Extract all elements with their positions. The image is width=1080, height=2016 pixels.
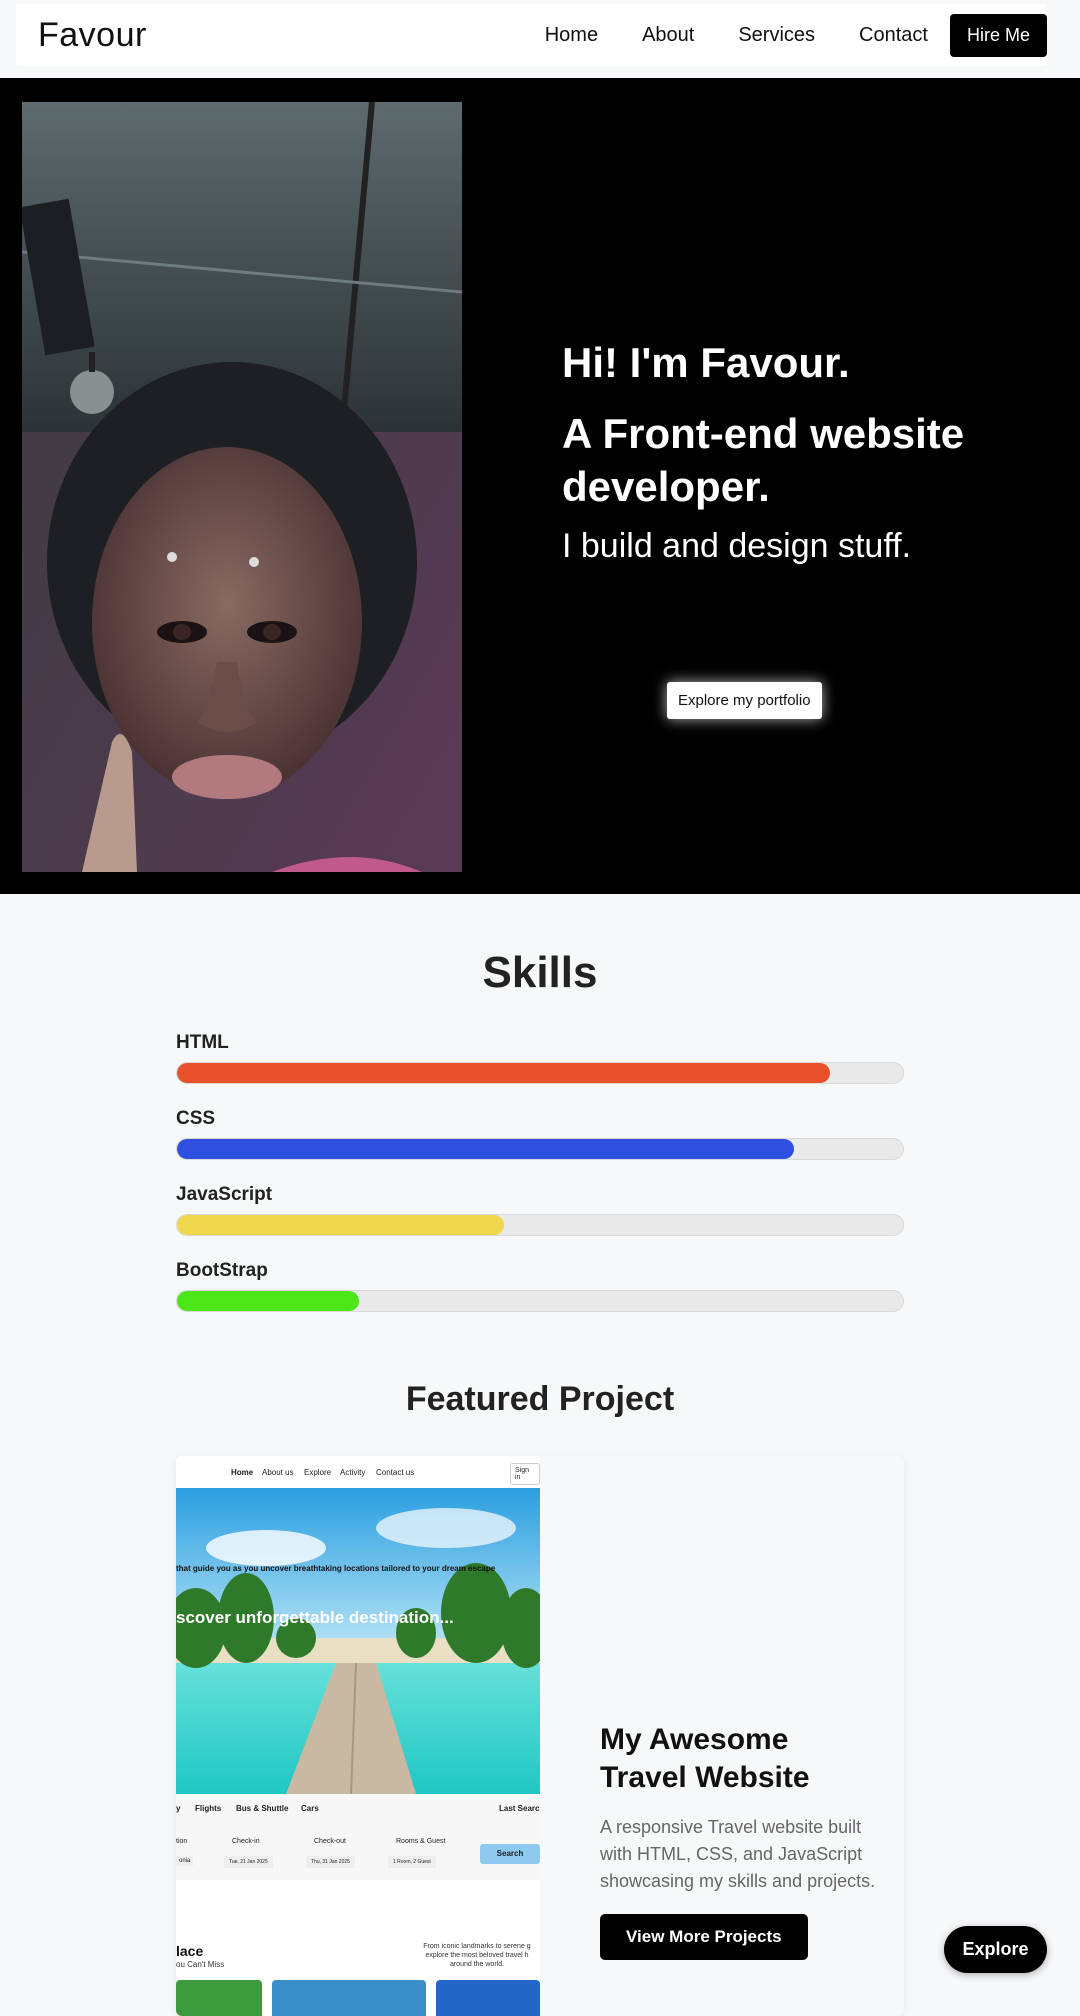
skill-fill [177, 1139, 795, 1159]
preview-field-label-2: Check-out [314, 1838, 346, 1845]
skill-name: BootStrap [176, 1260, 268, 1281]
explore-portfolio-button[interactable]: Explore my portfolio [667, 682, 822, 719]
nav-contact[interactable]: Contact [859, 24, 928, 47]
preview-signin: Sign in [510, 1463, 540, 1485]
preview-nav-activity: Activity [340, 1468, 366, 1477]
explore-fab-button[interactable]: Explore [944, 1926, 1047, 1973]
project-preview-image[interactable]: Home About us Explore Activity Contact u… [176, 1456, 540, 2016]
preview-thumb-2 [272, 1980, 426, 2016]
featured-project-title: Featured Project [405, 1380, 675, 1418]
preview-last-search: Last Searc [499, 1804, 540, 1813]
hero-text: Hi! I'm Favour. A Front-end website deve… [562, 339, 1042, 566]
preview-nav: Home About us Explore Activity Contact u… [176, 1456, 540, 1488]
nav-services[interactable]: Services [738, 24, 815, 47]
skill-track [176, 1062, 904, 1084]
preview-search-panel: y Flights Bus & Shuttle Cars Last Searc … [176, 1794, 540, 1880]
skill-html: HTML [176, 1032, 904, 1084]
skill-javascript: JavaScript [176, 1184, 904, 1236]
navbar: Favour Home About Services Contact Hire … [16, 4, 1047, 66]
skill-name: HTML [176, 1032, 229, 1053]
project-card: Home About us Explore Activity Contact u… [176, 1456, 904, 2016]
preview-nav-about: About us [262, 1468, 294, 1477]
preview-headline: scover unforgettable destination... [176, 1608, 454, 1627]
skill-fill [177, 1215, 504, 1235]
preview-nav-home: Home [231, 1468, 254, 1477]
project-title: My Awesome Travel Website [600, 1723, 810, 1794]
skill-track [176, 1290, 904, 1312]
skill-bootstrap: BootStrap [176, 1260, 904, 1312]
view-more-projects-button[interactable]: View More Projects [600, 1914, 808, 1960]
nav-about[interactable]: About [642, 24, 694, 47]
preview-tab-bus: Bus & Shuttle [236, 1804, 289, 1813]
profile-photo [22, 102, 462, 872]
skill-css: CSS [176, 1108, 904, 1160]
skill-name: CSS [176, 1108, 216, 1129]
hire-me-button[interactable]: Hire Me [949, 13, 1047, 57]
preview-thumb-1 [176, 1980, 262, 2016]
hero-section: Hi! I'm Favour. A Front-end website deve… [0, 78, 1080, 894]
preview-thumb-3 [436, 1980, 540, 2016]
preview-field-label-3: Rooms & Guest [396, 1838, 446, 1845]
preview-search-button: Search [480, 1844, 540, 1864]
preview-field-value-0: onia [176, 1856, 194, 1866]
skills-title: Skills [482, 948, 598, 997]
preview-field-label-0: tion [176, 1838, 188, 1845]
preview-place-sub: ou Can't Miss [176, 1960, 225, 1969]
skill-name: JavaScript [176, 1184, 273, 1205]
hero-tagline: I build and design stuff. [562, 527, 912, 566]
project-description: A responsive Travel website built with H… [600, 1817, 876, 1891]
preview-field-label-1: Check-in [232, 1838, 260, 1845]
skill-track [176, 1138, 904, 1160]
preview-nav-contact: Contact us [376, 1468, 415, 1477]
logo[interactable]: Favour [38, 16, 147, 55]
nav-home[interactable]: Home [545, 24, 598, 47]
hero-greeting: Hi! I'm Favour. [562, 339, 850, 386]
nav-links: Home About Services Contact Hire Me [545, 4, 1047, 66]
preview-place-text: From iconic landmarks to serene g explor… [423, 1943, 531, 1969]
hero-role: A Front-end website developer. [562, 410, 965, 510]
skill-track [176, 1214, 904, 1236]
preview-field-value-2: Thu, 31 Jan 2025 [306, 1856, 355, 1868]
preview-subtitle: that guide you as you uncover breathtaki… [176, 1564, 496, 1573]
preview-place-title: lace [176, 1943, 204, 1959]
skill-fill [177, 1291, 359, 1311]
preview-nav-explore: Explore [304, 1468, 332, 1477]
preview-tab-0: y [176, 1804, 181, 1813]
preview-tab-flights: Flights [195, 1804, 222, 1813]
skill-fill [177, 1063, 831, 1083]
preview-field-value-1: Tue, 21 Jan 2025 [224, 1856, 273, 1868]
preview-field-value-3: 1 Room, 2 Guest [388, 1856, 436, 1868]
preview-tab-cars: Cars [301, 1804, 319, 1813]
